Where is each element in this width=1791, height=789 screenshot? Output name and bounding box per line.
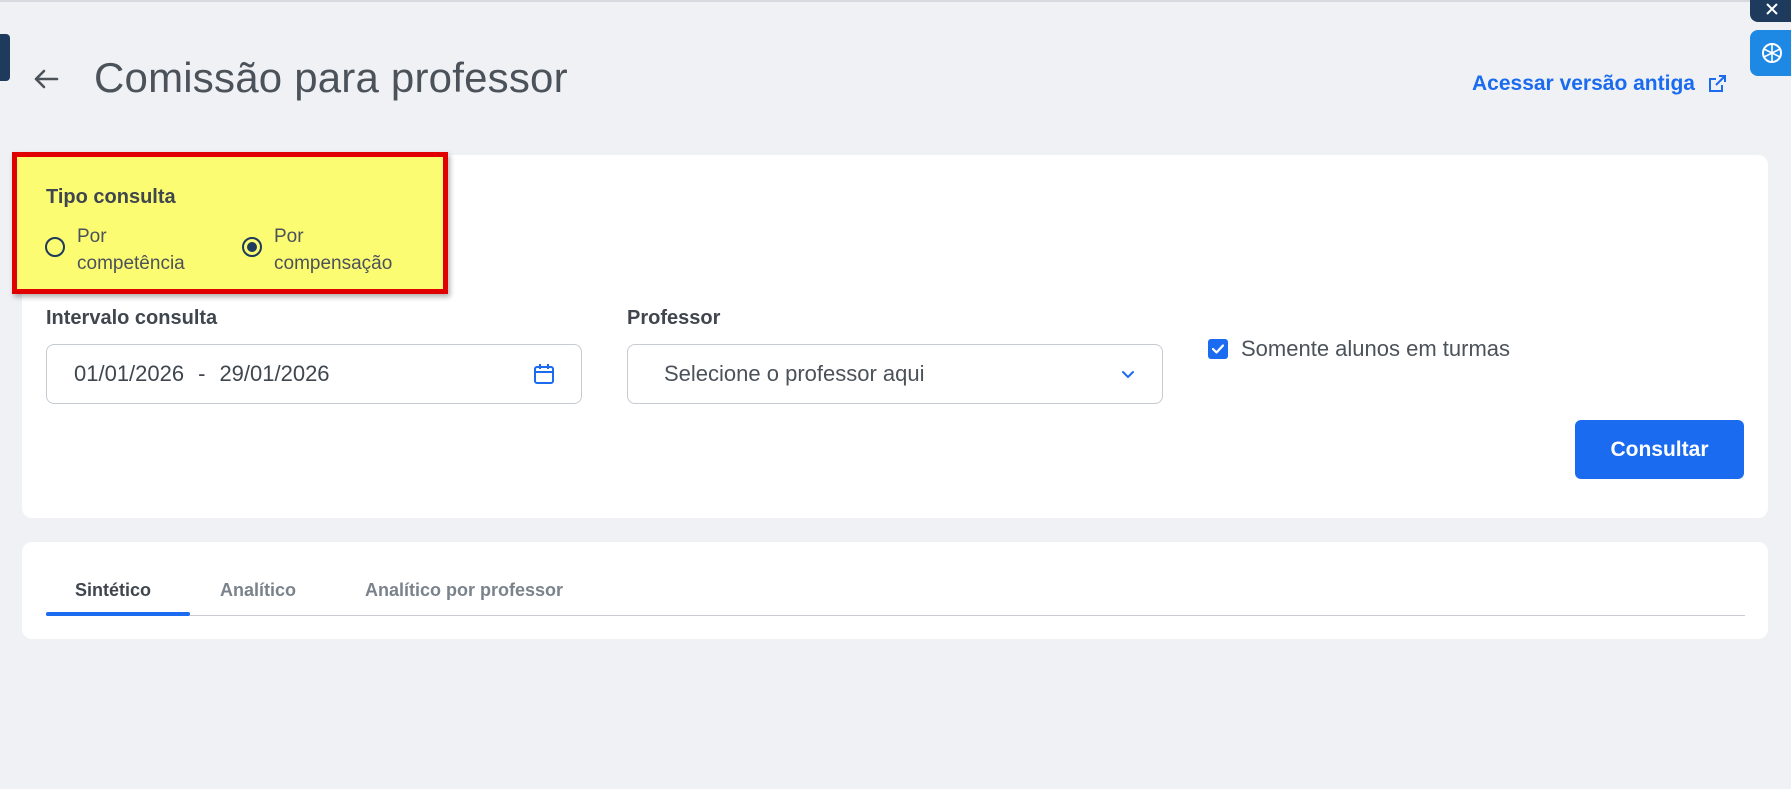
date-end: 29/01/2026 <box>219 361 330 386</box>
old-version-label: Acessar versão antiga <box>1472 72 1695 95</box>
radio-selected-dot <box>247 242 257 252</box>
intervalo-label: Intervalo consulta <box>46 307 218 329</box>
chevron-down-icon <box>1122 371 1134 379</box>
radio-label-competencia: Por competência <box>77 226 185 274</box>
active-tab-indicator <box>46 612 190 616</box>
tipo-consulta-label: Tipo consulta <box>46 186 176 208</box>
date-range-input[interactable]: 01/01/2026 - 29/01/2026 <box>46 344 582 404</box>
radio-label-compensacao: Por compensação <box>274 226 393 274</box>
extension-icon <box>1766 3 1778 15</box>
back-button[interactable] <box>30 63 62 95</box>
tab-analitico-por-professor[interactable]: Analítico por professor <box>365 580 563 601</box>
tab-sintetico[interactable]: Sintético <box>75 580 151 601</box>
ai-assistant-button[interactable] <box>1750 30 1791 76</box>
top-divider <box>0 0 1791 2</box>
extension-button[interactable] <box>1750 0 1791 22</box>
consultar-button[interactable]: Consultar <box>1575 420 1744 479</box>
date-separator: - <box>198 361 206 386</box>
professor-placeholder: Selecione o professor aqui <box>664 361 925 386</box>
radio-por-compensacao[interactable]: Por compensação <box>242 223 414 277</box>
ai-assistant-icon <box>1762 43 1782 63</box>
radio-circle-compensacao[interactable] <box>242 237 262 257</box>
page-title: Comissão para professor <box>94 54 568 101</box>
professor-label: Professor <box>627 307 721 329</box>
tab-analitico[interactable]: Analítico <box>220 580 296 601</box>
results-tabs: Sintético Analítico Analítico por profes… <box>46 568 1745 616</box>
old-version-link[interactable]: Acessar versão antiga <box>1472 72 1727 96</box>
checkbox-box[interactable] <box>1208 339 1228 359</box>
arrow-left-icon <box>34 69 59 89</box>
check-icon <box>1211 344 1225 354</box>
side-panel-toggle[interactable] <box>0 34 10 81</box>
calendar-icon[interactable] <box>533 363 555 385</box>
professor-select[interactable]: Selecione o professor aqui <box>627 344 1163 404</box>
radio-circle-competencia[interactable] <box>45 237 65 257</box>
external-link-icon <box>1708 75 1726 92</box>
somente-turmas-checkbox[interactable]: Somente alunos em turmas <box>1208 336 1510 362</box>
date-start: 01/01/2026 <box>74 361 185 386</box>
radio-por-competencia[interactable]: Por competência <box>45 223 217 277</box>
somente-turmas-label: Somente alunos em turmas <box>1241 336 1511 361</box>
